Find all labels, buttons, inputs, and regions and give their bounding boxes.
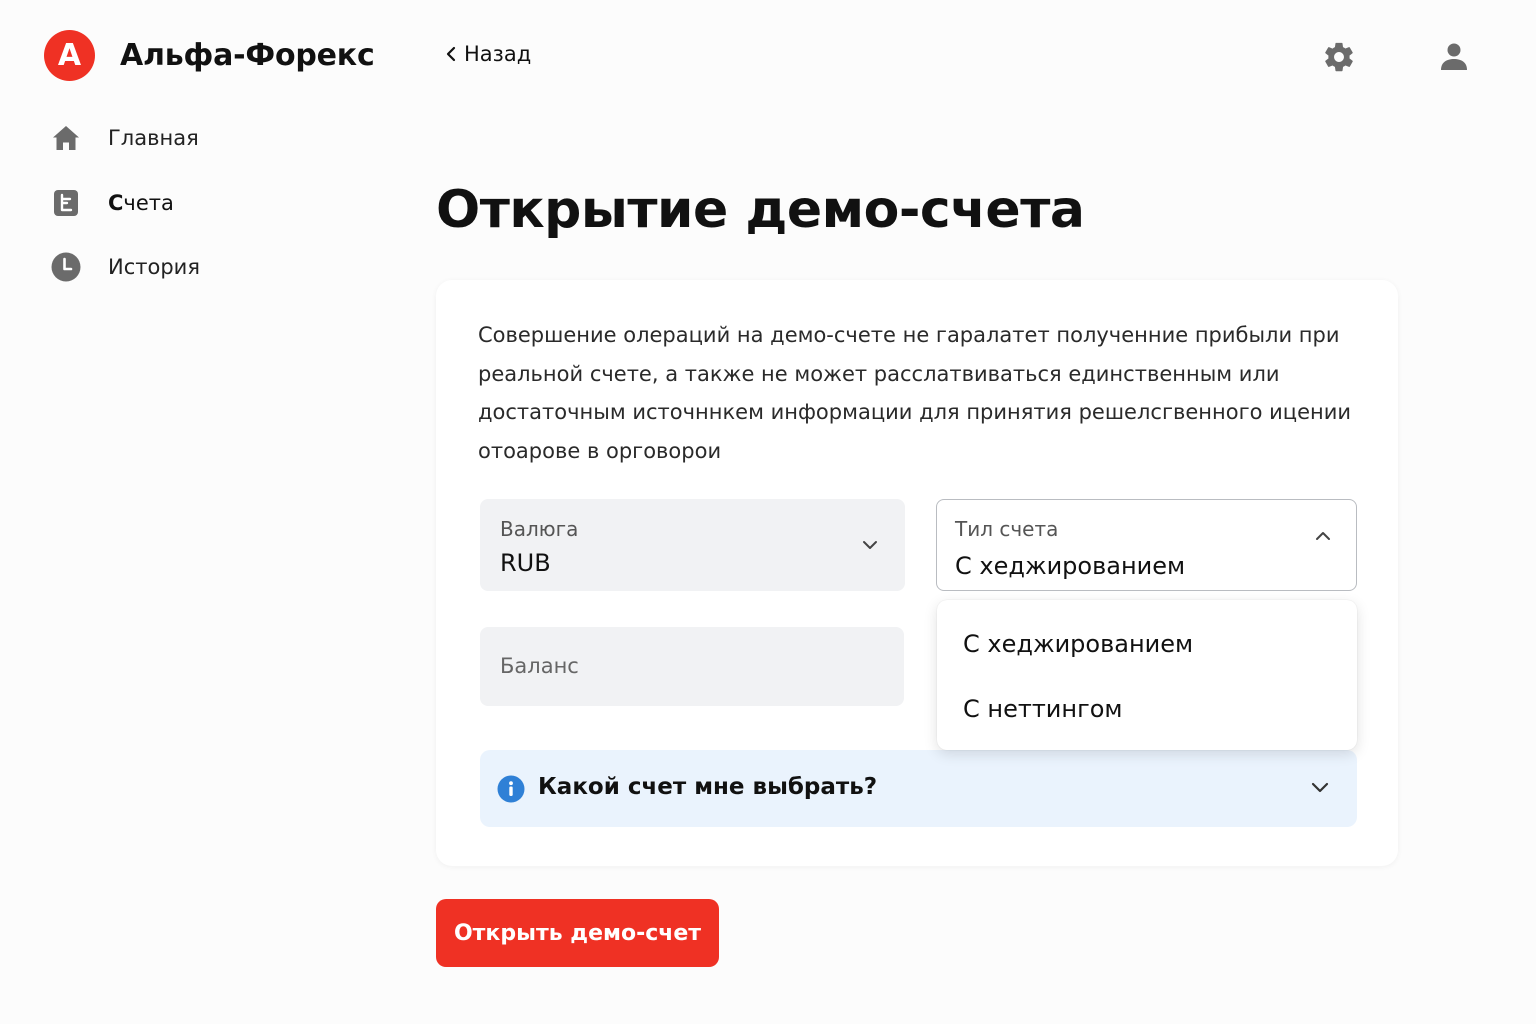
brand-logo[interactable]: А Альфа-Форекс [44,30,375,81]
disclaimer-text: Совершение олераций на демо-счете не гар… [478,323,1352,463]
chevron-down-icon [1310,778,1330,798]
sidebar-item-label-first: С [108,190,124,215]
account-choice-hint[interactable]: Какой счет мне выбрать? [480,750,1357,827]
sidebar-item-label-rest: чета [123,190,174,215]
sidebar-item-label: История [108,255,200,279]
form-card: Совершение олераций на демо-счете не гар… [436,280,1398,866]
chevron-down-icon [860,535,880,555]
currency-value: RUB [500,549,551,577]
sidebar-item-home[interactable]: Главная [50,116,310,160]
sidebar-item-history[interactable]: История [50,245,310,289]
chevron-left-icon [440,43,462,65]
balance-input[interactable]: Баланс [480,627,904,706]
hint-label: Какой счет мне выбрать? [538,774,878,800]
back-link[interactable]: Назад [440,42,531,66]
currency-select[interactable]: Валюга RUB [480,499,905,591]
info-icon [497,775,525,803]
settings-button[interactable] [1322,40,1356,74]
page: А Альфа-Форекс Назад Главная Счета Истор… [0,0,1536,1024]
brand-name: Альфа-Форекс [120,38,375,73]
account-type-label: Тил счета [955,517,1059,541]
dropdown-option-hedging[interactable]: С хеджированием [963,630,1193,658]
sidebar: Главная Счета История [50,116,310,310]
account-type-dropdown: С хеджированием С неттингом [937,600,1357,750]
sidebar-item-accounts[interactable]: Счета [50,181,310,225]
balance-placeholder: Баланс [500,654,579,678]
sidebar-item-label: Счета [108,191,174,215]
clock-icon [50,251,82,283]
account-type-value: С хеджированием [955,552,1186,580]
gear-icon [1325,42,1353,72]
chevron-up-icon [1313,526,1333,546]
home-icon [50,122,82,154]
accounts-icon [50,187,82,219]
profile-button[interactable] [1436,39,1472,75]
user-icon [1441,43,1467,70]
dropdown-option-netting[interactable]: С неттингом [963,695,1123,723]
brand-logo-mark: А [44,30,95,81]
sidebar-item-label: Главная [108,126,199,150]
page-title: Открытие демо-счета [436,180,1085,240]
open-demo-account-button[interactable]: Открыть демо-счет [436,899,719,967]
currency-label: Валюга [500,517,579,541]
account-type-select[interactable]: Тил счета С хеджированием [936,499,1357,591]
back-label: Назад [464,42,532,66]
